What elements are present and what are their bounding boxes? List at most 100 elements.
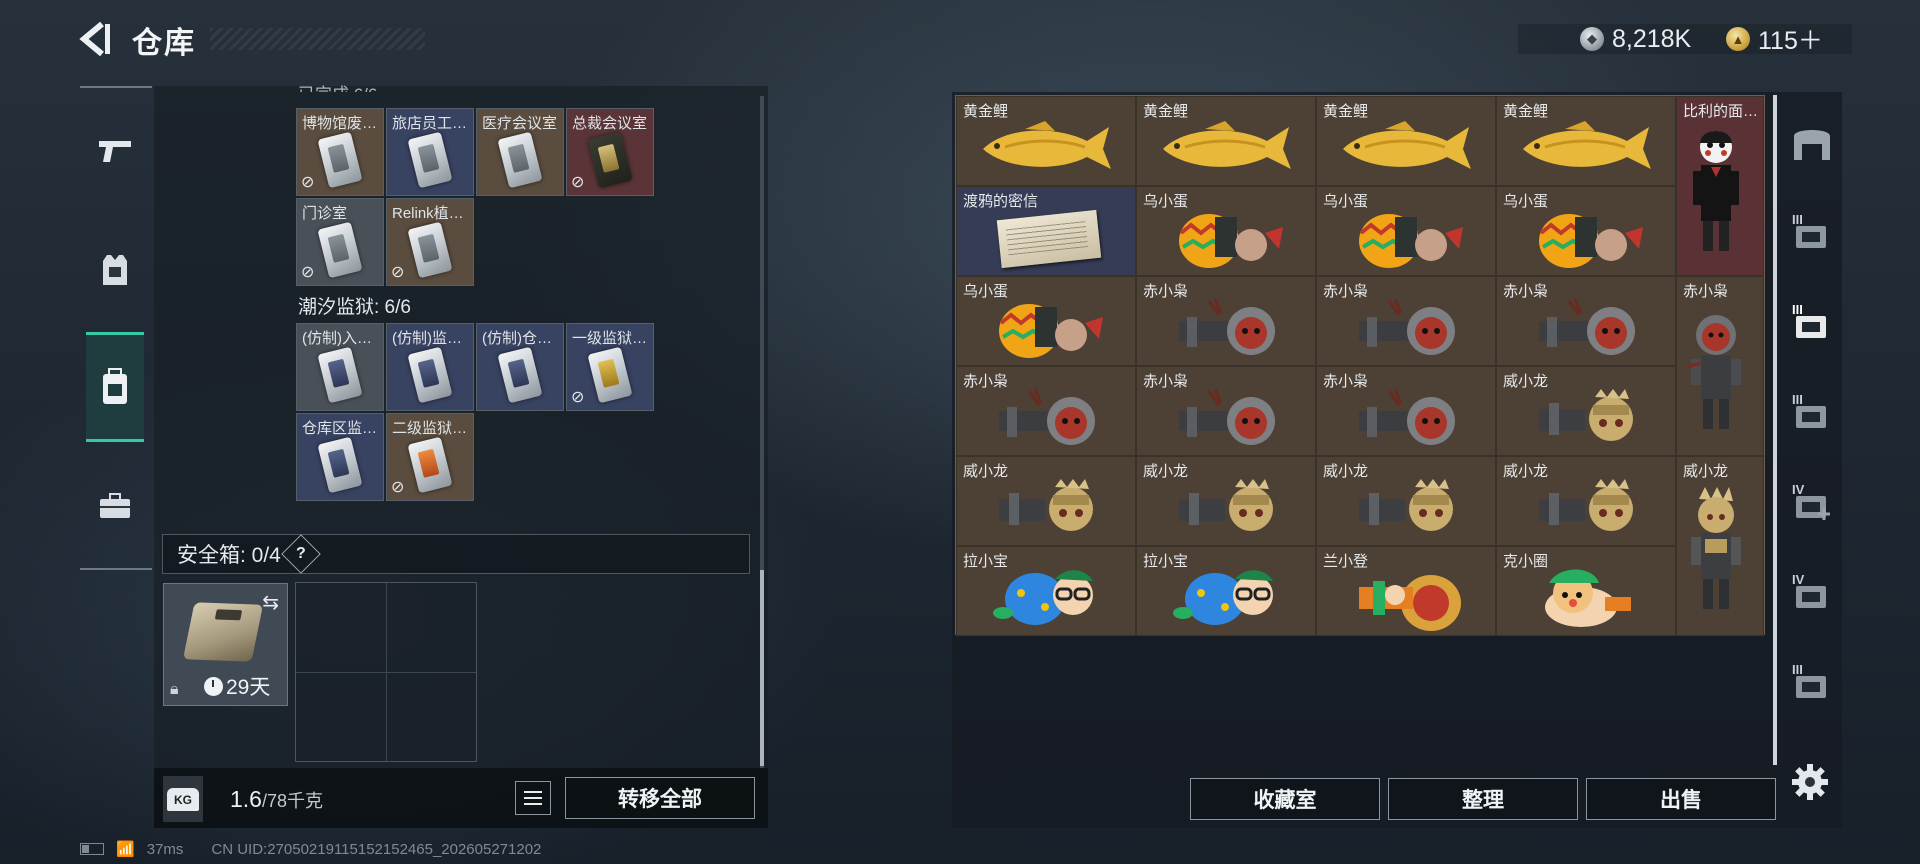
storage-tab-3d[interactable]: III — [1782, 638, 1842, 726]
organize-button[interactable]: 整理 — [1388, 778, 1578, 820]
keycard-label: 总裁会议室 — [572, 115, 648, 132]
untradeable-icon: ⊘ — [391, 479, 405, 496]
keycard-icon — [587, 346, 633, 404]
keycard-icon — [317, 221, 363, 279]
storage-item[interactable]: 克小圈 — [1496, 546, 1676, 636]
storage-tier-label: III — [1792, 212, 1803, 227]
keycard-slot[interactable]: 总裁会议室 ⊘ — [566, 108, 654, 196]
rail-divider-bottom — [80, 568, 152, 570]
storage-tab-3c[interactable]: III — [1782, 368, 1842, 456]
untradeable-icon: ⊘ — [571, 174, 585, 191]
puppet-figure-icon — [1693, 131, 1739, 251]
storage-scrollbar[interactable] — [1773, 95, 1777, 765]
storage-item[interactable]: 赤小枭 — [1496, 276, 1676, 366]
partial-section-label: 已完成 6/6 — [298, 80, 377, 92]
owl-item-icon — [1359, 298, 1455, 355]
storage-item[interactable]: 乌小蛋 — [1316, 186, 1496, 276]
backpack-scrollbar-thumb[interactable] — [760, 570, 764, 766]
storage-item[interactable]: 威小龙 — [1496, 456, 1676, 546]
storage-item[interactable]: 黄金鲤 — [1316, 96, 1496, 186]
storage-item-tall[interactable]: 威小龙 — [1676, 456, 1764, 636]
keycard-label: Relink植… — [392, 205, 464, 222]
keycard-label: (仿制)仓… — [482, 330, 552, 347]
secure-case-slot[interactable]: ⇆ 🔒︎ 29天 — [163, 583, 288, 706]
keycard-slot[interactable]: Relink植… ⊘ — [386, 198, 474, 286]
keycard-slot[interactable]: (仿制)监… — [386, 323, 474, 411]
storage-item[interactable]: 乌小蛋 — [1136, 186, 1316, 276]
storage-item[interactable]: 赤小枭 — [956, 366, 1136, 456]
keycard-slot[interactable]: 一级监狱… ⊘ — [566, 323, 654, 411]
storage-item[interactable]: 赤小枭 — [1316, 366, 1496, 456]
briefcase-icon — [100, 493, 130, 518]
safebox-label: 安全箱: 0/4 — [177, 544, 281, 567]
storage-item[interactable]: 威小龙 — [1496, 366, 1676, 456]
storage-item-label: 黄金鲤 — [963, 103, 1009, 120]
storage-item[interactable]: 威小龙 — [1316, 456, 1496, 546]
backpack-tab[interactable] — [86, 332, 144, 442]
keycard-label: (仿制)入… — [302, 330, 372, 347]
keycard-slot[interactable]: 医疗会议室 — [476, 108, 564, 196]
storage-item-label: 黄金鲤 — [1323, 103, 1369, 120]
keycard-label: 博物馆废… — [302, 115, 378, 132]
storage-item[interactable]: 渡鸦的密信 — [956, 186, 1136, 276]
storage-item[interactable]: 乌小蛋 — [956, 276, 1136, 366]
egg-item-icon — [1539, 214, 1643, 268]
storage-tab-3b[interactable]: III — [1782, 278, 1842, 366]
collection-room-button[interactable]: 收藏室 — [1190, 778, 1380, 820]
weapon-tab[interactable] — [86, 110, 144, 190]
keycard-slot[interactable]: 仓库区监… — [296, 413, 384, 501]
equipment-tab[interactable] — [86, 230, 144, 310]
keycard-slot[interactable]: (仿制)仓… — [476, 323, 564, 411]
storage-item[interactable]: 赤小枭 — [1316, 276, 1496, 366]
dragon-item-icon — [1539, 389, 1633, 441]
storage-item[interactable]: 赤小枭 — [1136, 366, 1316, 456]
storage-item[interactable]: 拉小宝 — [1136, 546, 1316, 636]
egg-item-icon — [1359, 214, 1463, 268]
safebox-empty-slots[interactable] — [295, 582, 477, 762]
keycard-icon — [587, 131, 633, 189]
storage-item[interactable]: 黄金鲤 — [1496, 96, 1676, 186]
keycard-slot[interactable]: 门诊室 ⊘ — [296, 198, 384, 286]
back-button[interactable] — [78, 20, 112, 58]
case-tab[interactable] — [86, 466, 144, 546]
storage-item-tall[interactable]: 赤小枭 — [1676, 276, 1764, 456]
storage-tier-label: IV — [1792, 572, 1805, 587]
list-view-button[interactable] — [515, 781, 551, 815]
help-icon[interactable]: ? — [281, 534, 321, 574]
gold-currency[interactable]: ▲ 115＋ — [1726, 24, 1823, 55]
storage-item[interactable]: 威小龙 — [1136, 456, 1316, 546]
settings-gear-icon[interactable] — [1790, 762, 1830, 802]
keycard-slot[interactable]: 二级监狱… ⊘ — [386, 413, 474, 501]
storage-tab-4b[interactable]: IV — [1782, 548, 1842, 636]
storage-tab-4a[interactable]: IV — [1782, 458, 1842, 546]
baby-item-icon — [993, 570, 1093, 625]
swap-icon[interactable]: ⇆ — [262, 590, 279, 615]
storage-item[interactable]: 威小龙 — [956, 456, 1136, 546]
storage-main-tab[interactable] — [1782, 98, 1842, 186]
storage-item[interactable]: 黄金鲤 — [956, 96, 1136, 186]
storage-item[interactable]: 兰小登 — [1316, 546, 1496, 636]
storage-item-tall[interactable]: 比利的面… — [1676, 96, 1764, 276]
vault-icon — [1794, 130, 1830, 160]
storage-tab-3a[interactable]: III — [1782, 188, 1842, 276]
weight-readout: 1.6/78千克 — [230, 786, 324, 812]
storage-item[interactable]: 拉小宝 — [956, 546, 1136, 636]
transfer-all-button[interactable]: 转移全部 — [565, 777, 755, 819]
weight-icon: KG — [163, 776, 203, 822]
keycard-slot[interactable]: (仿制)入… — [296, 323, 384, 411]
rail-divider-top — [80, 86, 152, 88]
owl-item-icon — [1539, 298, 1635, 355]
storage-item[interactable]: 赤小枭 — [1136, 276, 1316, 366]
storage-tier-label: III — [1792, 302, 1803, 317]
wifi-icon: ︎📶 — [116, 841, 135, 858]
fish-item-icon — [1343, 121, 1471, 169]
sell-button[interactable]: 出售 — [1586, 778, 1776, 820]
clock-icon — [204, 676, 223, 696]
storage-item[interactable]: 黄金鲤 — [1136, 96, 1316, 186]
fish-item-icon — [983, 121, 1111, 169]
untradeable-icon: ⊘ — [301, 264, 315, 281]
keycard-slot[interactable]: 旅店员工… — [386, 108, 474, 196]
gold-amount: 115＋ — [1758, 27, 1823, 55]
keycard-slot[interactable]: 博物馆废… ⊘ — [296, 108, 384, 196]
storage-item[interactable]: 乌小蛋 — [1496, 186, 1676, 276]
